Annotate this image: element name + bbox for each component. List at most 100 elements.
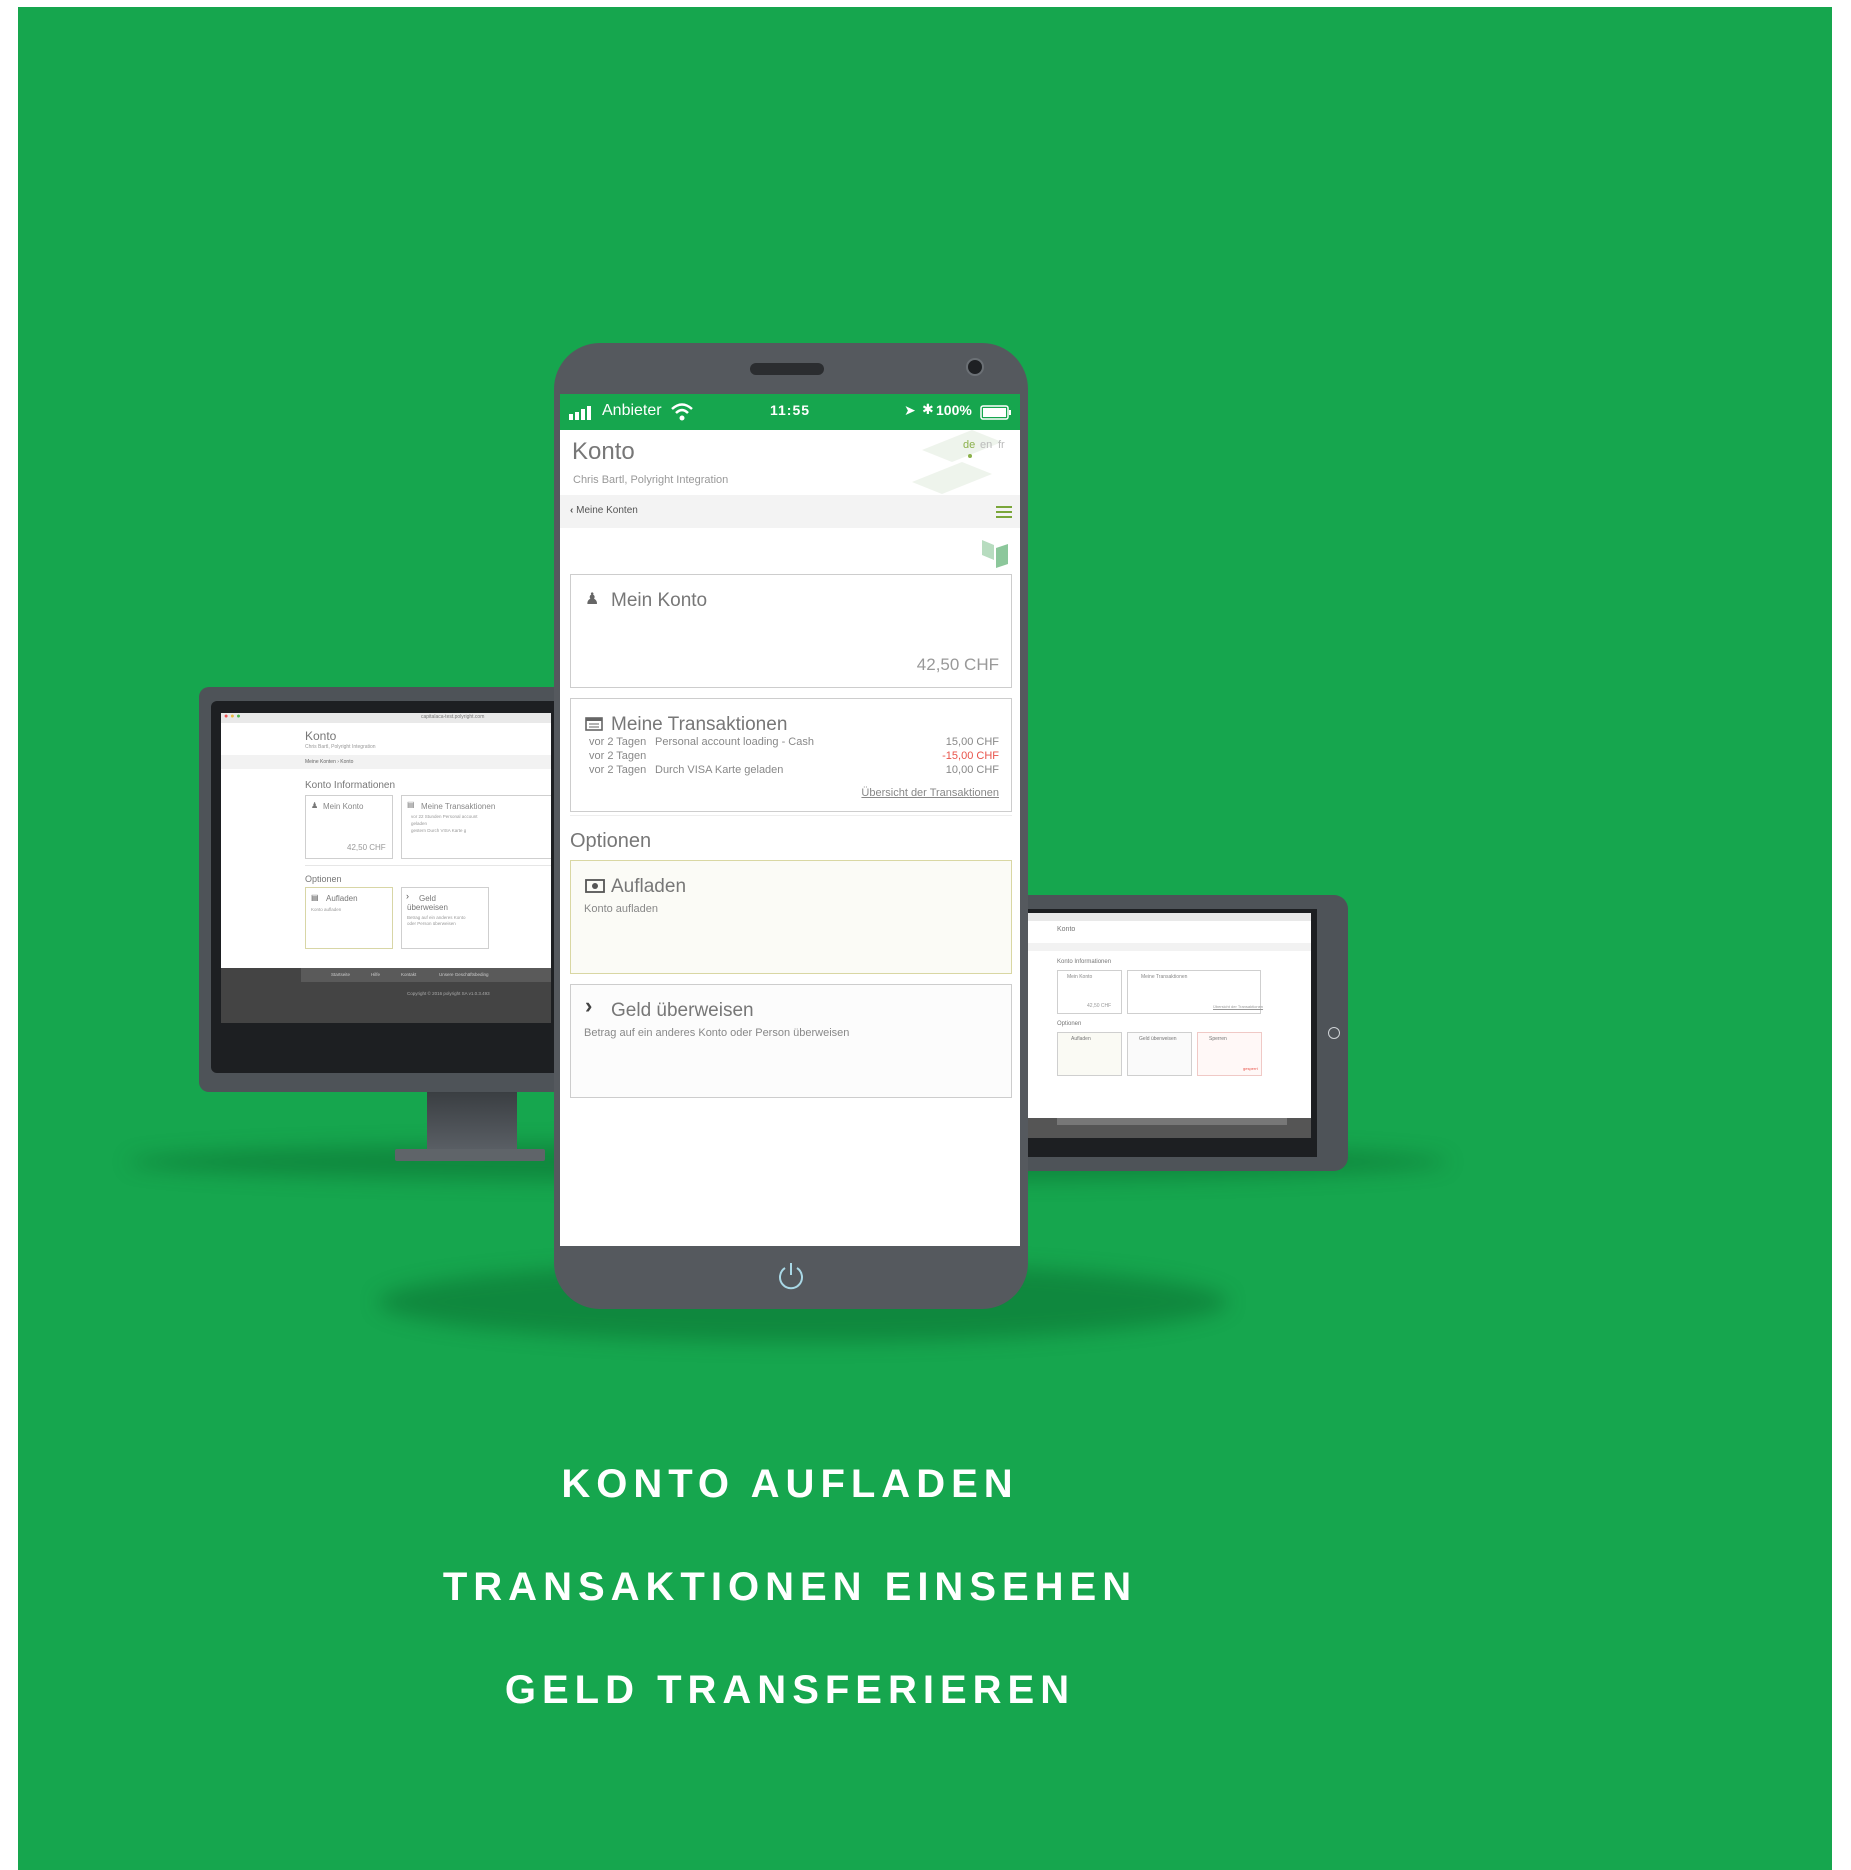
money-icon bbox=[585, 879, 605, 893]
desktop-transfer-title-2: überweisen bbox=[407, 903, 448, 912]
tablet-block-title: Sperren bbox=[1209, 1036, 1227, 1042]
smartphone-device: Anbieter 11:55 ➤ ✱ 100% Konto Chris Bart… bbox=[554, 343, 1028, 1309]
tx-row-1-when: vor 2 Tagen bbox=[589, 736, 647, 748]
language-fr[interactable]: fr bbox=[998, 439, 1005, 451]
tx-row-1-text: Personal account loading - Cash bbox=[655, 736, 814, 748]
tablet-options-heading: Optionen bbox=[1057, 1021, 1082, 1027]
desktop-tx-line-3: gestern Durch VISA Karte g bbox=[411, 828, 467, 833]
status-time: 11:55 bbox=[770, 402, 811, 418]
options-heading: Optionen bbox=[570, 830, 652, 852]
tablet-browser-toolbar bbox=[1017, 913, 1311, 921]
account-card-title: Mein Konto bbox=[611, 590, 708, 611]
battery-icon bbox=[980, 405, 1011, 420]
transactions-card-title: Meine Transaktionen bbox=[611, 714, 788, 735]
tablet-device: Konto Konto Informationen Mein Konto 42,… bbox=[1003, 895, 1348, 1171]
topup-option-desc: Konto aufladen bbox=[584, 903, 659, 915]
account-card[interactable]: ♟ Mein Konto 42,50 CHF bbox=[570, 574, 1012, 688]
desktop-balance: 42,50 CHF bbox=[347, 843, 386, 852]
feature-topup: KONTO AUFLADEN bbox=[561, 1462, 1019, 1506]
desktop-breadcrumb-bar bbox=[221, 755, 551, 769]
bluetooth-icon: ✱ bbox=[922, 401, 934, 417]
desktop-transactions-title: Meine Transaktionen bbox=[421, 802, 496, 811]
account-balance: 42,50 CHF bbox=[916, 655, 999, 674]
tx-row-2-amount: -15,00 CHF bbox=[942, 750, 999, 762]
breadcrumb: ‹ Meine Konten bbox=[560, 495, 1020, 528]
tablet-topup-title: Aufladen bbox=[1071, 1036, 1091, 1042]
back-link[interactable]: ‹ Meine Konten bbox=[570, 505, 638, 516]
language-en[interactable]: en bbox=[980, 439, 992, 451]
desktop-tx-line-1: vor 22 Stunden Personal account bbox=[411, 814, 478, 819]
desktop-transfer-desc-2: oder Person überweisen bbox=[407, 921, 456, 926]
tablet-block-link[interactable]: gesperrt bbox=[1243, 1066, 1258, 1071]
topup-option-title: Aufladen bbox=[611, 876, 687, 897]
desktop-breadcrumb[interactable]: Meine Konten › Konto bbox=[305, 759, 353, 765]
tablet-account-title: Mein Konto bbox=[1067, 974, 1093, 980]
desktop-transfer-desc: Betrag auf ein anderes Konto bbox=[407, 915, 466, 920]
hamburger-menu-icon[interactable] bbox=[996, 506, 1012, 521]
desktop-web-page: ● ● ● capitalaca-test.polyright.com Kont… bbox=[221, 713, 551, 1023]
browser-url[interactable]: capitalaca-test.polyright.com bbox=[421, 714, 484, 720]
desktop-page-title: Konto bbox=[305, 729, 337, 743]
phone-screen: Anbieter 11:55 ➤ ✱ 100% Konto Chris Bart… bbox=[560, 394, 1020, 1246]
feature-transfer: GELD TRANSFERIEREN bbox=[504, 1668, 1076, 1712]
money-icon: ▤ bbox=[311, 893, 319, 902]
section-divider bbox=[570, 815, 1012, 816]
desktop-footer-link-2[interactable]: Hilfe bbox=[371, 972, 380, 977]
desktop-transfer-title: Geld bbox=[419, 894, 436, 903]
transfer-option-desc: Betrag auf ein anderes Konto oder Person… bbox=[584, 1027, 850, 1039]
tablet-transfer-title: Geld überweisen bbox=[1139, 1036, 1177, 1042]
monitor-foot bbox=[395, 1149, 545, 1161]
transfer-option-title: Geld überweisen bbox=[611, 1000, 754, 1021]
active-language-dot bbox=[968, 454, 972, 458]
desktop-footer-link-1[interactable]: Startseite bbox=[331, 972, 350, 977]
brand-watermark-icon bbox=[912, 430, 1002, 494]
back-link-label: Meine Konten bbox=[576, 505, 638, 516]
tablet-overview-link[interactable]: Übersicht der Transaktionen bbox=[1213, 1004, 1263, 1009]
tx-row-1-amount: 15,00 CHF bbox=[945, 736, 999, 748]
user-icon: ♟ bbox=[311, 801, 319, 810]
tablet-section-heading: Konto Informationen bbox=[1057, 959, 1112, 965]
tx-row-3-when: vor 2 Tagen bbox=[589, 764, 647, 776]
desktop-options-heading: Optionen bbox=[305, 874, 342, 884]
topup-option-card[interactable]: Aufladen Konto aufladen bbox=[570, 860, 1012, 974]
desktop-footer-link-3[interactable]: Kontakt bbox=[401, 972, 416, 977]
desktop-section-heading: Konto Informationen bbox=[305, 780, 396, 791]
brand-logo-icon bbox=[982, 540, 1008, 568]
tablet-home-button[interactable] bbox=[1328, 1027, 1340, 1039]
tx-row-2-when: vor 2 Tagen bbox=[589, 750, 647, 762]
location-icon: ➤ bbox=[904, 402, 916, 418]
transactions-card[interactable]: Meine Transaktionen vor 2 Tagen Personal… bbox=[570, 698, 1012, 812]
desktop-topup-title: Aufladen bbox=[326, 894, 358, 903]
tx-row-3-text: Durch VISA Karte geladen bbox=[655, 764, 784, 776]
phone-speaker bbox=[750, 363, 824, 375]
desktop-tx-line-2: geladen bbox=[411, 821, 428, 826]
desktop-copyright: Copyright © 2016 polyright SA v1.0.3.493 bbox=[407, 991, 490, 996]
browser-toolbar bbox=[221, 713, 551, 723]
power-icon[interactable] bbox=[776, 1261, 806, 1291]
status-bar: Anbieter 11:55 ➤ ✱ 100% bbox=[560, 394, 1020, 430]
carrier-label: Anbieter bbox=[602, 402, 662, 419]
transactions-overview-link[interactable]: Übersicht der Transaktionen bbox=[861, 787, 999, 799]
browser-traffic-lights: ● ● ● bbox=[224, 713, 241, 720]
language-de[interactable]: de bbox=[963, 439, 975, 451]
page-title: Konto bbox=[572, 438, 635, 465]
camera-icon bbox=[966, 358, 984, 376]
monitor-screen: ● ● ● capitalaca-test.polyright.com Kont… bbox=[211, 701, 567, 1073]
signal-icon bbox=[569, 406, 591, 420]
tablet-balance: 42,50 CHF bbox=[1087, 1003, 1112, 1009]
desktop-footer-link-4[interactable]: Unsere Geschäftsbeding bbox=[439, 972, 489, 977]
desktop-divider bbox=[305, 865, 551, 866]
tx-row-3-amount: 10,00 CHF bbox=[945, 764, 999, 776]
hero-background: ● ● ● capitalaca-test.polyright.com Kont… bbox=[18, 7, 1832, 1870]
tablet-transactions-title: Meine Transaktionen bbox=[1141, 974, 1188, 980]
list-icon: ▤ bbox=[407, 800, 415, 809]
tablet-breadcrumb-bar bbox=[1017, 943, 1311, 951]
battery-level: 100% bbox=[936, 402, 972, 418]
page-subtitle: Chris Bartl, Polyright Integration bbox=[573, 474, 729, 486]
monitor-stand bbox=[427, 1092, 517, 1152]
chevron-right-icon: › bbox=[585, 993, 593, 1018]
user-icon: ♟ bbox=[585, 591, 600, 608]
transfer-option-card[interactable]: › Geld überweisen Betrag auf ein anderes… bbox=[570, 984, 1012, 1098]
tablet-page-title: Konto bbox=[1057, 926, 1076, 933]
feature-transactions: TRANSAKTIONEN EINSEHEN bbox=[442, 1565, 1138, 1609]
